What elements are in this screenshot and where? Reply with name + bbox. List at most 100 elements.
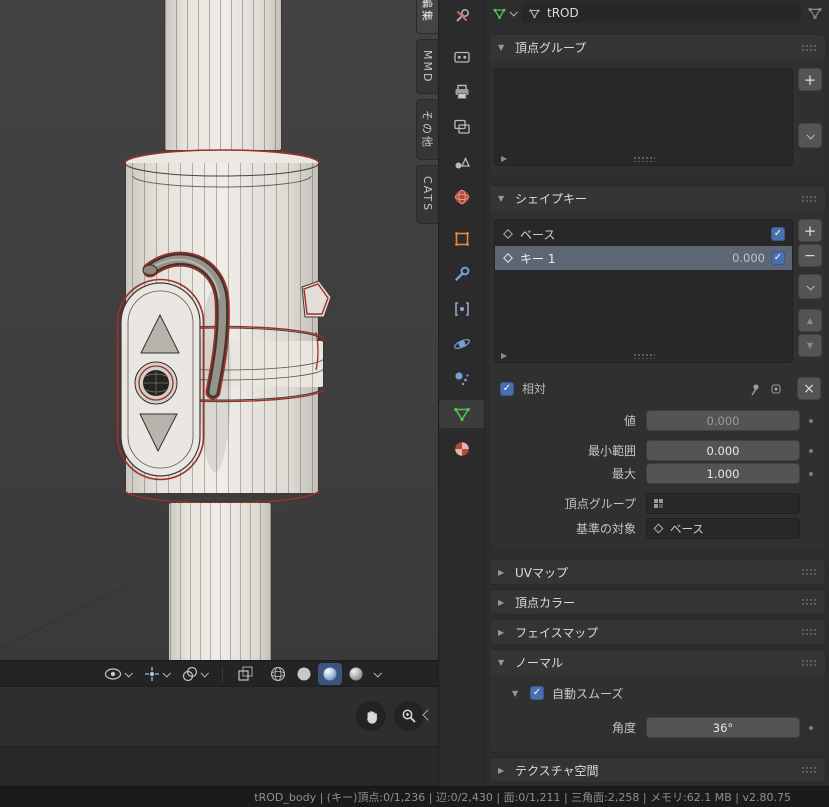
caret-down-icon[interactable] (512, 689, 522, 698)
shape-key-specials-button[interactable] (798, 274, 822, 299)
chevron-down-icon[interactable] (373, 669, 381, 677)
field-label: 頂点グループ (494, 495, 646, 512)
data-context-dropdown[interactable] (492, 6, 516, 21)
panel-header-face-maps[interactable]: フェイスマップ (489, 619, 826, 645)
animate-dot[interactable] (809, 419, 813, 423)
shading-solid-button[interactable] (292, 663, 316, 685)
tab-render[interactable] (439, 43, 484, 71)
range-max-field[interactable]: 1.000 (646, 463, 800, 484)
panel-drag-grip[interactable] (801, 766, 817, 774)
shape-key-value-field[interactable]: 0.000 (646, 410, 800, 431)
shading-rendered-button[interactable] (344, 663, 368, 685)
tab-material[interactable] (439, 435, 484, 463)
panel-drag-grip[interactable] (801, 598, 817, 606)
panel-header-normals[interactable]: ノーマル (489, 649, 826, 675)
clamp-dial[interactable] (135, 362, 177, 404)
mesh-data-icon (492, 6, 507, 21)
shape-key-mute-checkbox[interactable] (771, 251, 785, 265)
range-max-row: 最大 1.000 (494, 463, 823, 484)
clear-shape-keys-button[interactable] (797, 377, 821, 400)
field-label: 最小範囲 (494, 442, 646, 459)
pin-icon[interactable] (747, 382, 761, 396)
rod-lower-cylinder[interactable] (168, 498, 272, 660)
list-resize-grip[interactable] (633, 353, 655, 359)
relative-checkbox[interactable] (500, 382, 514, 396)
sidebar-tab-mmd[interactable]: MMD (416, 39, 438, 94)
rod-upper-cylinder[interactable] (164, 0, 282, 157)
tab-world[interactable] (439, 183, 484, 211)
3d-viewport[interactable]: 編集 MMD その他 CATS (0, 0, 438, 686)
auto-smooth-row: 自動スムーズ (494, 681, 823, 705)
sidebar-tab-cats[interactable]: CATS (416, 165, 438, 223)
visibility-dropdown-button[interactable] (102, 663, 133, 685)
pan-button[interactable] (356, 701, 386, 731)
sidebar-tab-misc[interactable]: その他 (416, 99, 438, 160)
sidebar-tab-strip: 編集 MMD その他 CATS (415, 0, 438, 224)
caret-right-icon[interactable]: ▶ (501, 154, 507, 163)
vertex-groups-list[interactable]: ▶ (494, 68, 793, 166)
gizmo-icon (144, 666, 160, 682)
shading-material-button[interactable] (318, 663, 342, 685)
panel-title: テクスチャ空間 (515, 762, 599, 779)
overlays-dropdown-button[interactable] (180, 663, 209, 685)
tab-physics[interactable] (439, 330, 484, 358)
animate-dot[interactable] (809, 472, 813, 476)
angle-slider[interactable]: 36° (646, 717, 800, 738)
move-shape-key-up-button[interactable] (798, 309, 822, 332)
panel-header-shape-keys[interactable]: シェイプキー (489, 185, 826, 211)
panel-title: ノーマル (515, 654, 563, 671)
collapse-left-icon[interactable] (422, 709, 433, 720)
tab-object-data[interactable] (439, 400, 484, 428)
datablock-name-field[interactable]: tROD (522, 3, 801, 23)
xray-icon (238, 666, 253, 681)
panel-header-texture-space[interactable]: テクスチャ空間 (489, 757, 826, 783)
animate-dot[interactable] (809, 726, 813, 730)
panel-drag-grip[interactable] (801, 628, 817, 636)
caret-right-icon[interactable]: ▶ (501, 351, 507, 360)
vertex-group-field[interactable] (646, 493, 800, 514)
tab-output[interactable] (439, 78, 484, 106)
secondary-editor[interactable] (0, 686, 438, 746)
list-resize-grip[interactable] (633, 156, 655, 162)
shape-key-value[interactable]: 0.000 (732, 251, 765, 265)
basis-field[interactable]: ベース (646, 518, 800, 539)
tab-constraints[interactable] (439, 295, 484, 323)
add-shape-key-button[interactable] (798, 219, 822, 242)
sidebar-tab-edit[interactable]: 編集 (416, 0, 438, 34)
add-vertex-group-button[interactable] (798, 68, 822, 91)
gizmo-dropdown-button[interactable] (142, 663, 171, 685)
eye-icon (104, 667, 122, 681)
animate-dot[interactable] (809, 449, 813, 453)
tab-modifiers[interactable] (439, 260, 484, 288)
tab-scene[interactable] (439, 148, 484, 176)
shape-key-row-basis[interactable]: ベース (495, 222, 792, 246)
xray-toggle-button[interactable] (236, 663, 255, 685)
shading-wireframe-button[interactable] (266, 663, 290, 685)
panel-header-vertex-groups[interactable]: 頂点グループ (489, 34, 826, 60)
zoom-button[interactable] (394, 701, 424, 731)
mesh-outline-icon[interactable] (807, 5, 823, 21)
auto-smooth-checkbox[interactable] (530, 686, 544, 700)
remove-shape-key-button[interactable] (798, 244, 822, 267)
panel-header-vertex-colors[interactable]: 頂点カラー (489, 589, 826, 615)
panel-vertex-groups: 頂点グループ ▶ (489, 34, 826, 177)
properties-editor: tROD 頂点グループ ▶ (438, 0, 829, 786)
panel-drag-grip[interactable] (801, 44, 817, 52)
panel-drag-grip[interactable] (801, 659, 817, 667)
tertiary-editor[interactable] (0, 746, 438, 786)
tab-tool[interactable] (439, 2, 484, 30)
tab-object[interactable] (439, 225, 484, 253)
shape-key-row-key1[interactable]: キー 1 0.000 (495, 246, 792, 270)
viewport-scene[interactable] (0, 0, 438, 660)
shape-edit-mode-icon[interactable] (769, 382, 783, 396)
panel-header-uv-maps[interactable]: UVマップ (489, 559, 826, 585)
range-min-field[interactable]: 0.000 (646, 440, 800, 461)
move-shape-key-down-button[interactable] (798, 334, 822, 357)
tab-particles[interactable] (439, 365, 484, 393)
shape-key-mute-checkbox[interactable] (771, 227, 785, 241)
tab-view-layer[interactable] (439, 113, 484, 141)
vertex-group-specials-button[interactable] (798, 123, 822, 148)
panel-title: UVマップ (515, 564, 568, 581)
panel-drag-grip[interactable] (801, 195, 817, 203)
panel-drag-grip[interactable] (801, 568, 817, 576)
